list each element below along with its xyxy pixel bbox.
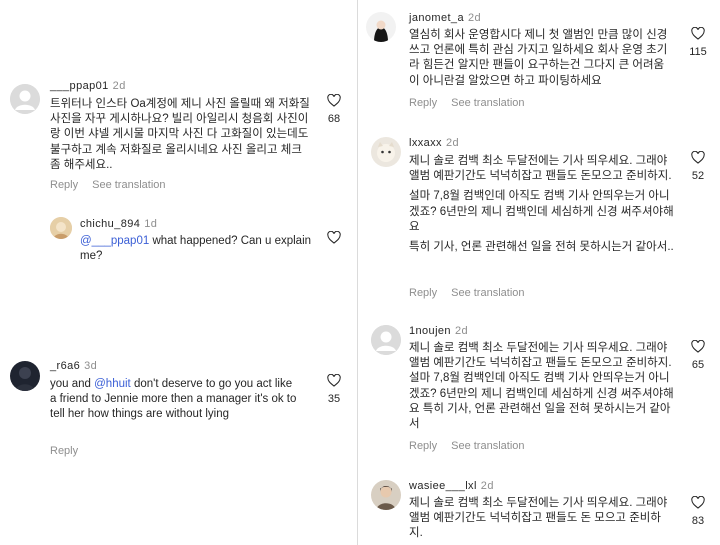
reply-button[interactable]: Reply xyxy=(409,97,437,109)
comment-username[interactable]: chichu_894 xyxy=(80,218,140,230)
comment-time: 2d xyxy=(445,137,460,149)
comment-username[interactable]: wasiee___lxl xyxy=(409,480,477,492)
like-count: 52 xyxy=(691,170,705,182)
like-count: 115 xyxy=(689,46,707,58)
heart-icon[interactable] xyxy=(691,496,705,509)
like-control: 52 xyxy=(683,151,713,182)
comment-time: 2d xyxy=(454,325,468,337)
comment-time: 2d xyxy=(480,480,494,492)
comment-username[interactable]: 1noujen xyxy=(409,325,451,337)
see-translation-button[interactable]: See translation xyxy=(92,179,165,191)
like-control: 65 xyxy=(683,340,713,371)
reply-button[interactable]: Reply xyxy=(409,440,437,452)
default-avatar-icon[interactable] xyxy=(371,325,401,355)
heart-icon[interactable] xyxy=(691,151,705,164)
reply-button[interactable]: Reply xyxy=(50,179,78,191)
like-control: 68 xyxy=(319,94,349,125)
comment-username[interactable]: lxxaxx xyxy=(409,137,442,149)
comment-username[interactable]: janomet_a xyxy=(409,12,464,24)
comment-time: 1d xyxy=(144,218,158,230)
comment-username[interactable]: _r6a6 xyxy=(50,360,80,372)
heart-icon[interactable] xyxy=(691,340,705,353)
see-translation-button[interactable]: See translation xyxy=(451,287,524,299)
comment-text: 제니 솔로 컴백 최소 두달전에는 기사 띄우세요. 그래야 앨범 예판기간도 … xyxy=(409,342,674,431)
like-control: 35 xyxy=(319,374,349,405)
heart-icon[interactable] xyxy=(327,374,341,387)
comment-text: 제니 솔로 컴백 최소 두달전에는 기사 띄우세요. 그래야 앨범 예판기간도 … xyxy=(409,497,668,540)
see-translation-button[interactable]: See translation xyxy=(451,440,524,452)
left-comment-panel: ___ppap01 2d 트위터나 인스타 Oa계정에 제니 사진 올릴때 왜 저… xyxy=(0,0,355,545)
comment-time: 2d xyxy=(112,80,126,92)
like-count: 65 xyxy=(691,359,705,371)
comment-username[interactable]: ___ppap01 xyxy=(50,80,109,92)
comment-paragraph: 특히 기사, 언론 관련해선 일을 전혀 못하시는거 같아서.. xyxy=(409,241,674,254)
mention-link[interactable]: @hhuit xyxy=(94,378,131,390)
see-translation-button[interactable]: See translation xyxy=(451,97,524,109)
comment-time: 2d xyxy=(467,12,482,24)
comment-text-prefix: you and xyxy=(50,378,95,390)
avatar[interactable] xyxy=(10,361,40,391)
avatar[interactable] xyxy=(371,480,401,510)
like-control xyxy=(319,231,349,244)
comment-paragraph: 설마 7,8월 컴백인데 아직도 컴백 기사 안띄우는거 아니겠죠? 6년만의 … xyxy=(409,190,674,233)
like-control: 83 xyxy=(683,496,713,527)
comment-text: 트위터나 인스타 Oa계정에 제니 사진 올릴때 왜 저화질 사진을 자꾸 게시… xyxy=(50,98,310,171)
right-comment-panel: janomet_a 2d 열심히 회사 운영합시다 제니 첫 앨범인 만큼 많이 … xyxy=(357,0,720,545)
heart-icon[interactable] xyxy=(691,27,705,40)
avatar[interactable] xyxy=(371,137,401,167)
like-control: 115 xyxy=(683,27,713,58)
like-count: 68 xyxy=(327,113,341,125)
default-avatar-icon[interactable] xyxy=(10,84,40,114)
like-count: 35 xyxy=(327,393,341,405)
comment-time: 3d xyxy=(84,360,98,372)
heart-icon[interactable] xyxy=(327,94,341,107)
reply-button[interactable]: Reply xyxy=(409,287,437,299)
comment-text: 열심히 회사 운영합시다 제니 첫 앨범인 만큼 많이 신경쓰고 언론에 특히 … xyxy=(409,29,668,87)
like-count: 83 xyxy=(691,515,705,527)
comment-paragraph: 제니 솔로 컴백 최소 두달전에는 기사 띄우세요. 그래야 앨범 예판기간도 … xyxy=(409,155,672,183)
avatar[interactable] xyxy=(50,217,72,239)
mention-link[interactable]: @___ppap01 xyxy=(80,235,149,247)
avatar[interactable] xyxy=(366,12,396,42)
heart-icon[interactable] xyxy=(327,231,341,244)
reply-button[interactable]: Reply xyxy=(50,445,78,457)
